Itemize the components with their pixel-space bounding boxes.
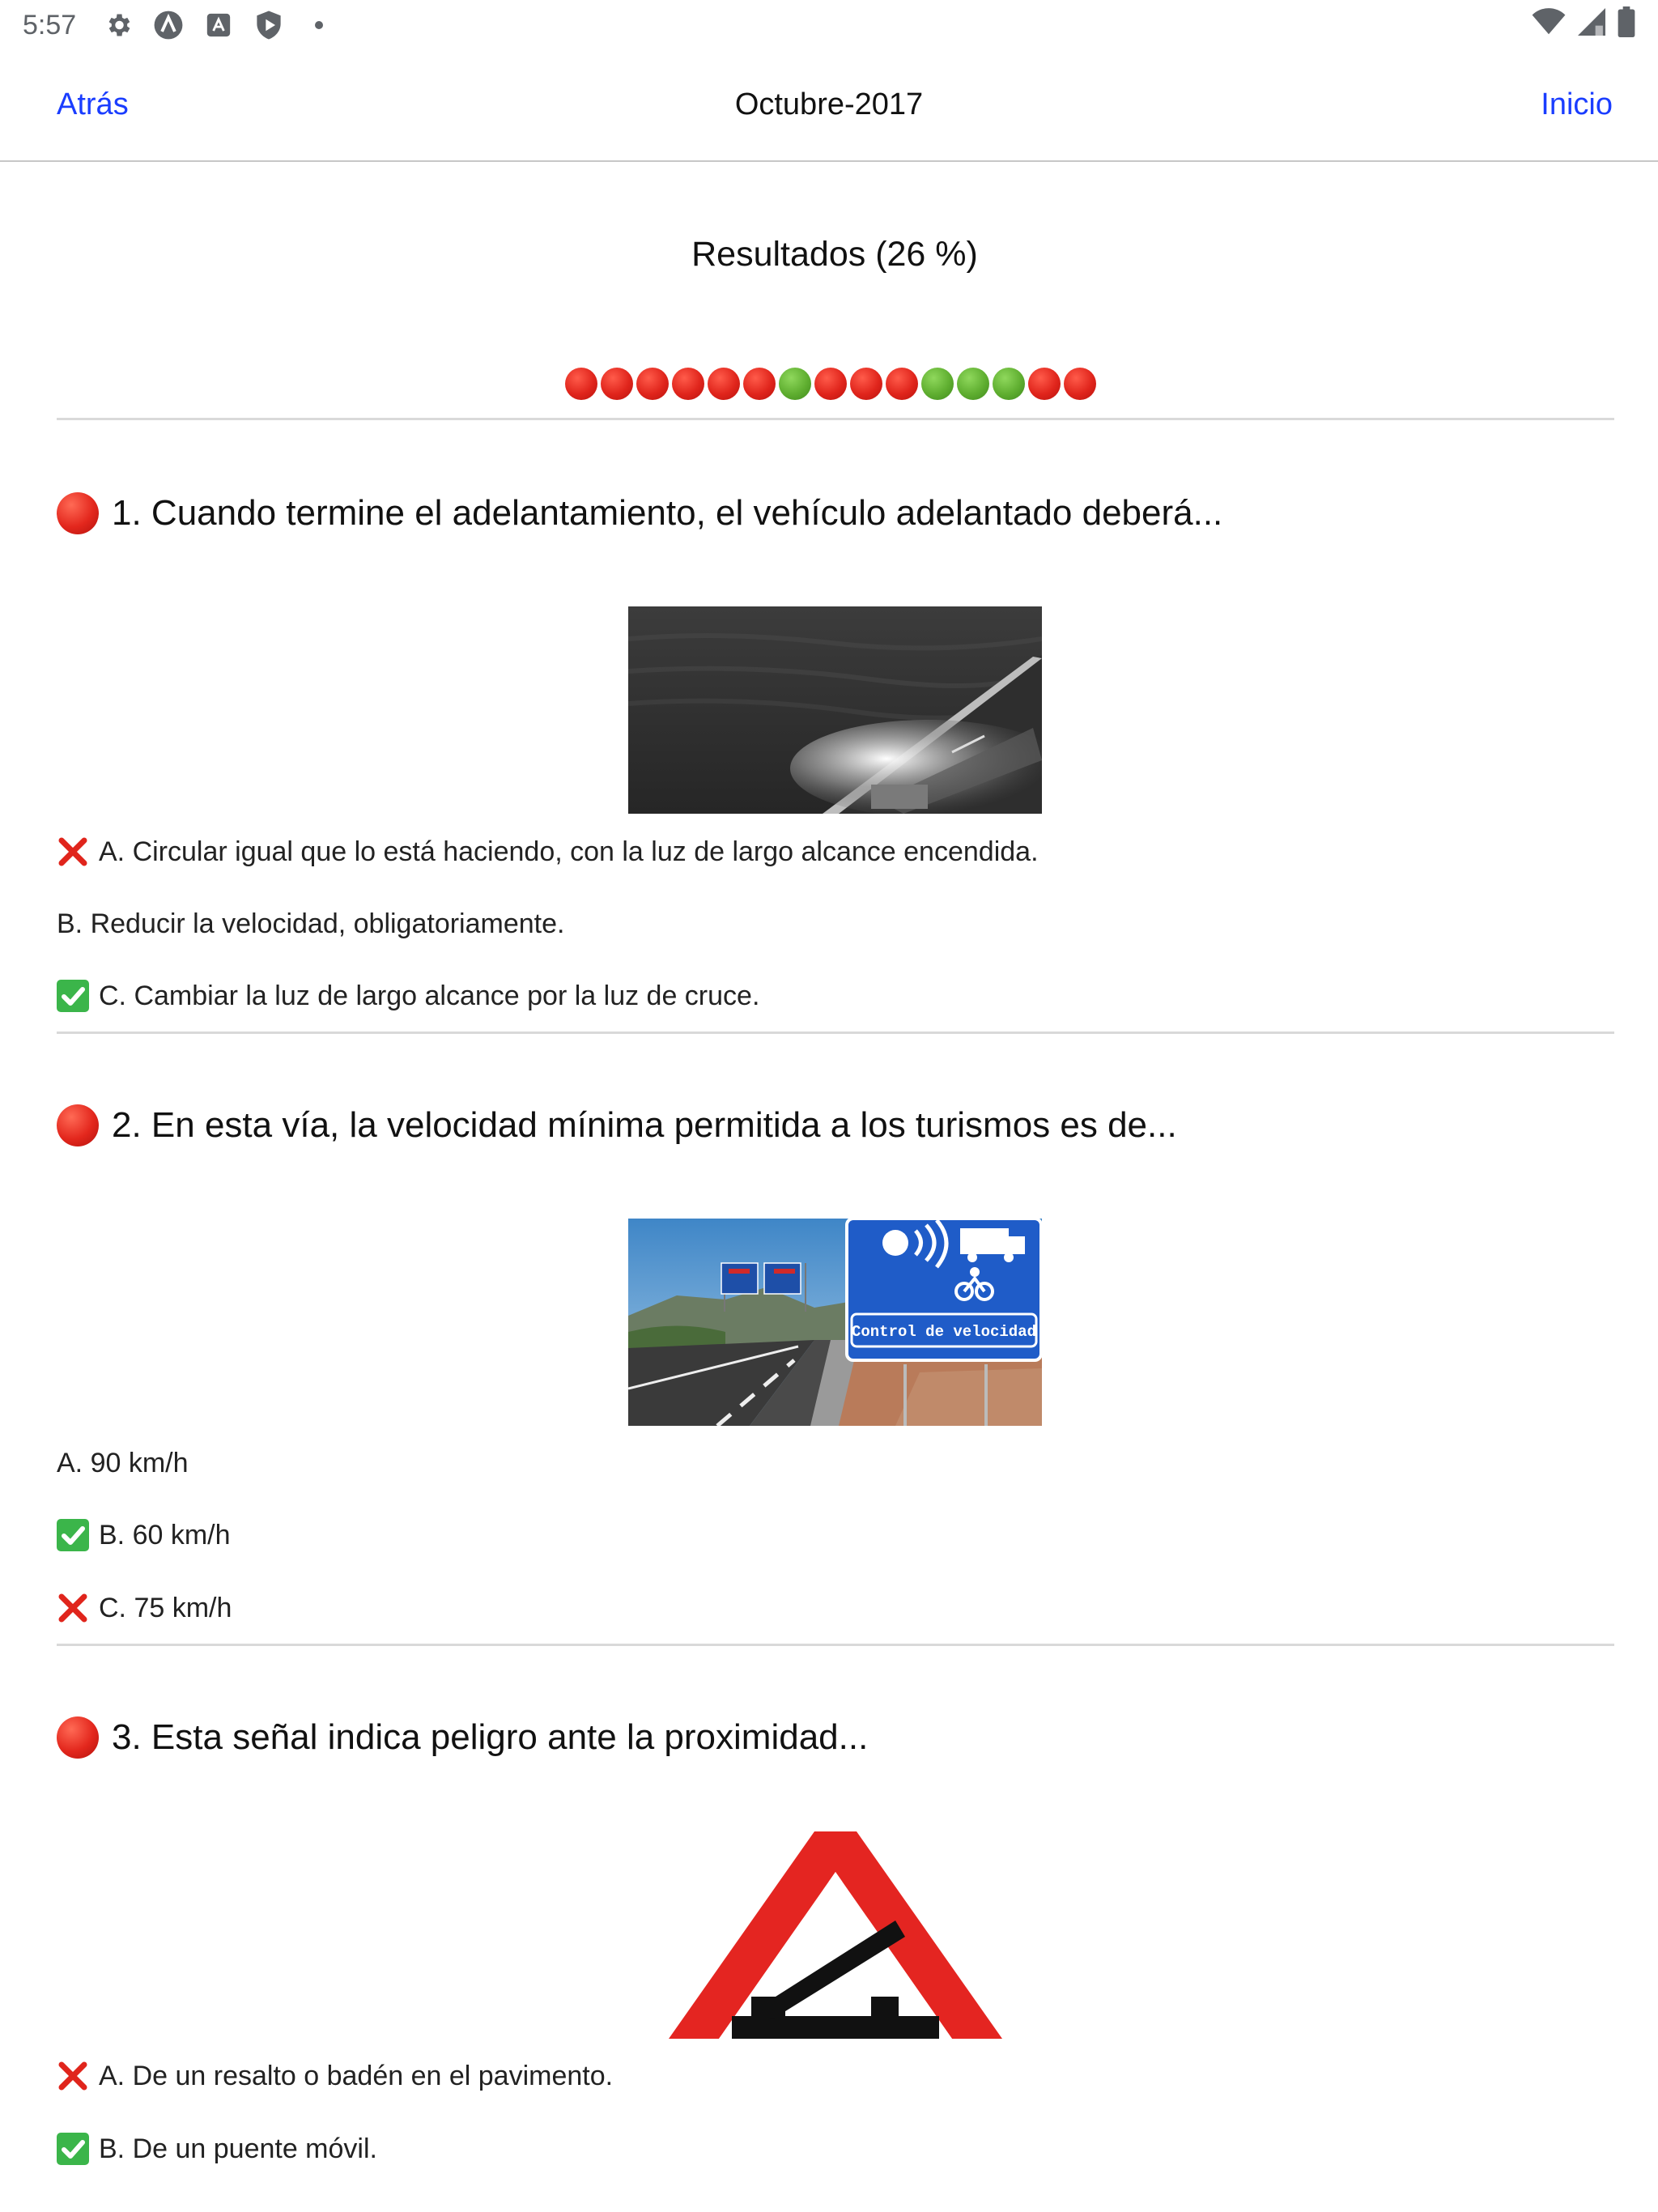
question-1-text: 1. Cuando termine el adelantamiento, el … <box>112 493 1223 533</box>
page-title: Octubre-2017 <box>734 87 924 121</box>
status-bar: 5:57 <box>0 0 1658 50</box>
question-3-answer-b: B. De un puente móvil. <box>57 2133 377 2165</box>
question-2-image: Control de velocidad <box>628 1219 1042 1426</box>
result-dot-wrong <box>565 368 597 400</box>
result-dot-correct <box>957 368 989 400</box>
result-dot-wrong <box>814 368 847 400</box>
nav-bar: Atrás Octubre-2017 Inicio <box>0 50 1658 162</box>
result-dot-wrong <box>708 368 740 400</box>
red-circle-icon <box>57 1716 99 1759</box>
question-3-answer-a: A. De un resalto o badén en el pavimento… <box>57 2060 613 2092</box>
question-3-title: 3. Esta señal indica peligro ante la pro… <box>57 1716 868 1759</box>
question-1-image <box>628 606 1042 814</box>
divider <box>57 418 1614 420</box>
question-2-text: 2. En esta vía, la velocidad mínima perm… <box>112 1105 1177 1145</box>
signal-icon <box>1577 7 1606 43</box>
result-dot-wrong <box>1064 368 1096 400</box>
check-mark-icon <box>57 980 89 1012</box>
answer-text: C. Cambiar la luz de largo alcance por l… <box>99 980 760 1011</box>
play-shield-icon <box>253 9 285 41</box>
gear-icon <box>102 9 134 41</box>
question-2-answer-b: B. 60 km/h <box>57 1519 231 1551</box>
result-dot-wrong <box>636 368 669 400</box>
question-1-answer-c: C. Cambiar la luz de largo alcance por l… <box>57 980 759 1012</box>
battery-icon <box>1618 6 1635 45</box>
a-circle-icon <box>152 9 185 41</box>
question-3-text: 3. Esta señal indica peligro ante la pro… <box>112 1717 869 1757</box>
sign-text: Control de velocidad <box>852 1323 1036 1341</box>
result-dot-wrong <box>743 368 776 400</box>
answer-text: A. De un resalto o badén en el pavimento… <box>99 2060 614 2091</box>
answer-text: B. De un puente móvil. <box>99 2133 377 2164</box>
question-2-answer-c: C. 75 km/h <box>57 1592 232 1624</box>
divider <box>57 1644 1614 1646</box>
dot-icon <box>303 9 335 41</box>
result-dot-wrong <box>601 368 633 400</box>
wifi-icon <box>1532 7 1566 43</box>
question-1-title: 1. Cuando termine el adelantamiento, el … <box>57 492 1222 534</box>
answer-text: B. Reducir la velocidad, obligatoriament… <box>57 908 565 939</box>
cross-mark-icon <box>57 1592 89 1624</box>
divider <box>57 1032 1614 1034</box>
answer-text: A. Circular igual que lo está haciendo, … <box>99 836 1039 867</box>
answer-text: A. 90 km/h <box>57 1448 189 1478</box>
result-dot-wrong <box>1028 368 1061 400</box>
check-mark-icon <box>57 1519 89 1551</box>
result-dot-correct <box>921 368 954 400</box>
result-dot-correct <box>779 368 811 400</box>
question-3-image <box>669 1831 1002 2039</box>
question-1-answer-b: B. Reducir la velocidad, obligatoriament… <box>57 908 564 940</box>
status-time: 5:57 <box>23 9 77 40</box>
question-1-answer-a: A. Circular igual que lo está haciendo, … <box>57 836 1039 868</box>
question-2-title: 2. En esta vía, la velocidad mínima perm… <box>57 1104 1177 1146</box>
a-square-icon <box>202 9 235 41</box>
red-circle-icon <box>57 1104 99 1146</box>
status-right-icons <box>1532 6 1635 45</box>
results-dots <box>565 368 1096 400</box>
answer-text: B. 60 km/h <box>99 1519 231 1551</box>
cross-mark-icon <box>57 2060 89 2092</box>
check-mark-icon <box>57 2133 89 2165</box>
answer-text: C. 75 km/h <box>99 1592 232 1623</box>
results-title: Resultados (26 %) <box>691 235 978 274</box>
result-dot-wrong <box>672 368 704 400</box>
home-button[interactable]: Inicio <box>1541 87 1613 122</box>
result-dot-correct <box>993 368 1025 400</box>
cross-mark-icon <box>57 836 89 868</box>
question-2-answer-a: A. 90 km/h <box>57 1448 189 1479</box>
result-dot-wrong <box>850 368 882 400</box>
quiz-results-screen: 5:57 Atrás Octubre-2017 Inicio Resultado… <box>0 0 1658 2212</box>
result-dot-wrong <box>886 368 918 400</box>
red-circle-icon <box>57 492 99 534</box>
